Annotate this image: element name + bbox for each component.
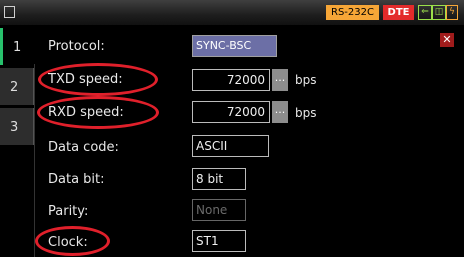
status-bar: RS-232C DTE ⇐ ◫ ϟ bbox=[0, 0, 464, 25]
highlight-ellipse bbox=[37, 96, 159, 129]
tab-label: 3 bbox=[10, 120, 19, 135]
data-code-select[interactable]: ASCII bbox=[192, 135, 269, 157]
parity-select: None bbox=[192, 199, 246, 221]
data-bit-label: Data bit: bbox=[48, 172, 105, 187]
tab-label: 1 bbox=[13, 40, 22, 55]
highlight-ellipse bbox=[35, 226, 110, 256]
divider bbox=[34, 64, 35, 257]
txd-more-button[interactable]: ... bbox=[272, 69, 288, 91]
txd-unit: bps bbox=[295, 73, 317, 87]
data-bit-select[interactable]: 8 bit bbox=[192, 168, 246, 190]
txd-speed-input[interactable]: 72000 bbox=[192, 69, 270, 91]
rxd-unit: bps bbox=[295, 106, 317, 120]
data-code-label: Data code: bbox=[48, 140, 119, 155]
tab-1[interactable]: 1 bbox=[0, 28, 33, 65]
send-icon: ⇐ bbox=[418, 5, 432, 20]
protocol-select[interactable]: SYNC-BSC bbox=[192, 35, 277, 57]
rxd-speed-input[interactable]: 72000 bbox=[192, 101, 270, 123]
mode-badge: DTE bbox=[383, 5, 414, 20]
close-icon[interactable]: ✕ bbox=[440, 33, 454, 47]
receive-icon: ◫ bbox=[432, 5, 446, 20]
power-icon: ϟ bbox=[446, 5, 458, 20]
protocol-label: Protocol: bbox=[48, 39, 105, 54]
clock-select[interactable]: ST1 bbox=[192, 230, 246, 252]
parity-label: Parity: bbox=[48, 204, 89, 219]
window-icon bbox=[4, 6, 15, 18]
tab-label: 2 bbox=[10, 80, 19, 95]
settings-screen: RS-232C DTE ⇐ ◫ ϟ 1 2 3 ✕ Protocol: SYNC… bbox=[0, 0, 464, 257]
rxd-more-button[interactable]: ... bbox=[272, 101, 288, 123]
interface-badge: RS-232C bbox=[326, 5, 379, 20]
tab-3[interactable]: 3 bbox=[0, 108, 34, 145]
highlight-ellipse bbox=[38, 63, 158, 96]
tab-2[interactable]: 2 bbox=[0, 68, 34, 105]
